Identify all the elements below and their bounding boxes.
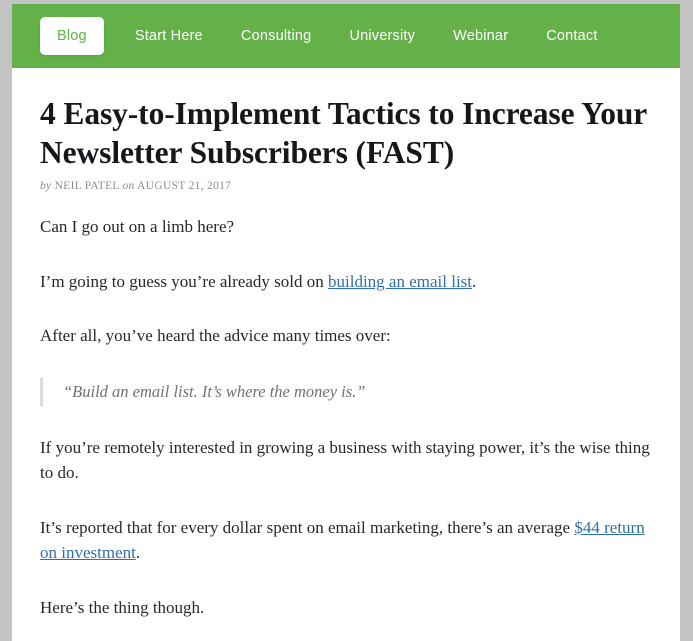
paragraph-2-text-after: . — [472, 271, 477, 291]
nav-item-university[interactable]: University — [330, 28, 434, 44]
post-body: Can I go out on a limb here? I’m going t… — [40, 214, 654, 641]
nav-item-blog[interactable]: Blog — [40, 17, 104, 55]
nav-item-webinar[interactable]: Webinar — [434, 28, 527, 44]
paragraph-2-text-before: I’m going to guess you’re already sold o… — [40, 271, 328, 291]
paragraph-5-text-before: It’s reported that for every dollar spen… — [40, 517, 575, 537]
paragraph-1: Can I go out on a limb here? — [40, 217, 235, 237]
byline-date: AUGUST 21, 2017 — [137, 180, 232, 193]
blog-post: 4 Easy-to-Implement Tactics to Increase … — [12, 68, 680, 641]
nav-item-start-here[interactable]: Start Here — [116, 28, 222, 44]
page-frame: Blog Start Here Consulting University We… — [12, 4, 680, 641]
byline-on-word: on — [122, 180, 135, 193]
nav-list: Blog Start Here Consulting University We… — [40, 17, 617, 55]
paragraph-3: After all, you’ve heard the advice many … — [40, 326, 391, 346]
link-building-an-email-list[interactable]: building an email list — [328, 272, 472, 291]
paragraph-5-text-after: . — [135, 543, 141, 563]
post-byline: by NEIL PATEL on AUGUST 21, 2017 — [40, 180, 654, 192]
primary-navigation: Blog Start Here Consulting University We… — [12, 4, 680, 68]
page-title: 4 Easy-to-Implement Tactics to Increase … — [40, 96, 647, 171]
paragraph-2: I’m going to guess you’re already sold o… — [40, 269, 654, 295]
byline-by-word: by — [40, 180, 52, 193]
nav-item-consulting[interactable]: Consulting — [222, 28, 331, 44]
paragraph-4: If you’re remotely interested in growing… — [40, 437, 650, 483]
nav-item-contact[interactable]: Contact — [527, 28, 616, 44]
pull-quote: “Build an email list. It’s where the mon… — [40, 377, 654, 406]
paragraph-6: Here’s the thing though. — [40, 597, 205, 617]
pull-quote-text: “Build an email list. It’s where the mon… — [63, 381, 366, 401]
byline-author: NEIL PATEL — [54, 180, 120, 193]
paragraph-5: It’s reported that for every dollar spen… — [40, 515, 654, 566]
